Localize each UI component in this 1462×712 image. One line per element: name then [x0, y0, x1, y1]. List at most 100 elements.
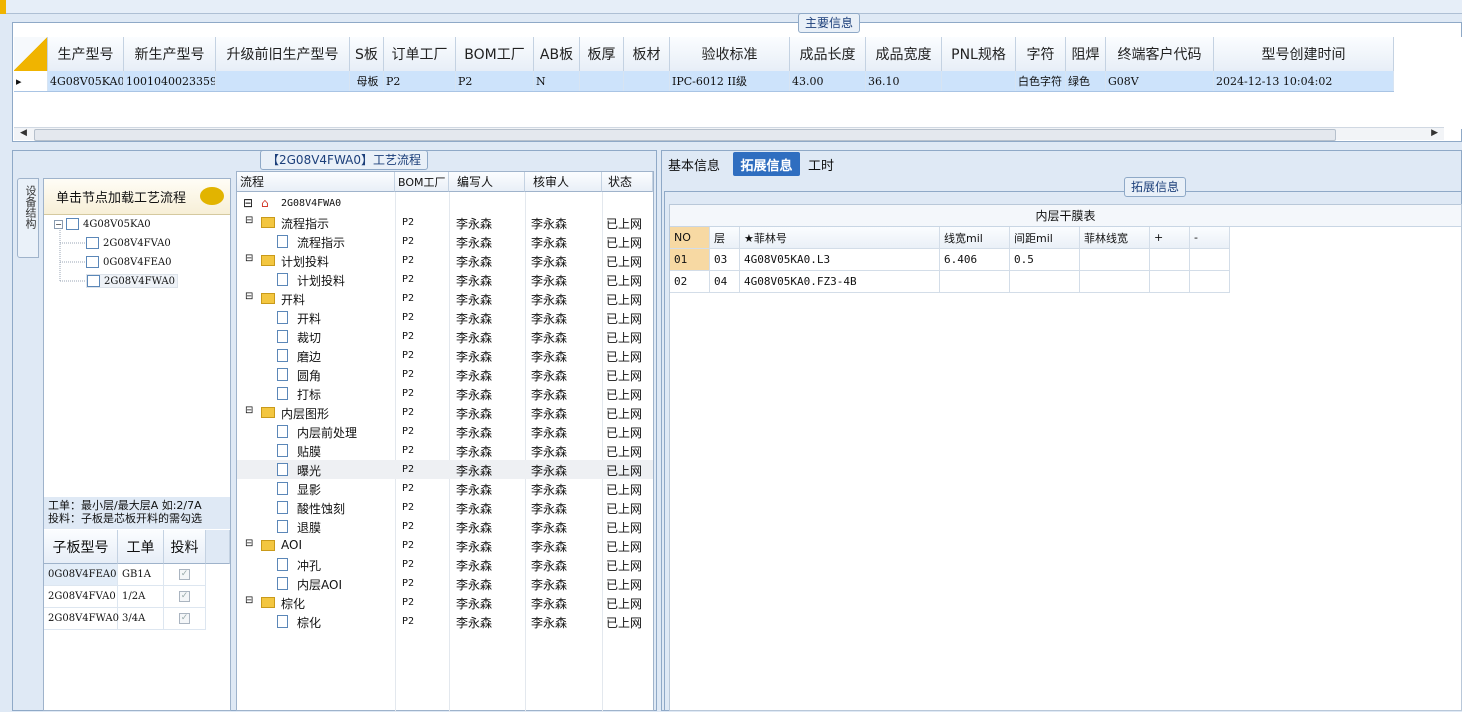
main-grid-cell[interactable]: 10010400233597	[124, 71, 216, 91]
process-row[interactable]: ⊟ 棕化 P2 李永森 李永森 已上网	[237, 593, 653, 612]
film-cell[interactable]: 0.5	[1010, 249, 1080, 271]
collapse-icon[interactable]: ⊟	[245, 405, 253, 416]
film-cell[interactable]	[1150, 271, 1190, 293]
col-header[interactable]: 终端客户代码	[1106, 37, 1214, 71]
process-row[interactable]: 显影 P2 李永森 李永森 已上网	[237, 479, 653, 498]
col-header[interactable]: 新生产型号	[124, 37, 216, 71]
process-row[interactable]: 棕化 P2 李永森 李永森 已上网	[237, 612, 653, 631]
process-row[interactable]: ⊟ AOI P2 李永森 李永森 已上网	[237, 536, 653, 555]
col-header[interactable]: S板	[350, 37, 384, 71]
film-cell[interactable]: 01	[670, 249, 710, 271]
col-header[interactable]: 字符	[1016, 37, 1066, 71]
process-row[interactable]: 磨边 P2 李永森 李永森 已上网	[237, 346, 653, 365]
sub-feed-cell[interactable]: ✓	[164, 586, 206, 608]
film-col-header[interactable]: 层	[710, 227, 740, 249]
main-grid-cell[interactable]: P2	[456, 71, 534, 91]
scroll-thumb[interactable]	[34, 129, 1336, 141]
film-cell[interactable]	[1080, 249, 1150, 271]
tab-basic-info[interactable]: 基本信息	[664, 152, 724, 176]
collapse-icon[interactable]: ⊟	[245, 595, 253, 606]
col-header-bom[interactable]: BOM工厂	[395, 172, 449, 192]
film-col-header[interactable]: NO	[670, 227, 710, 249]
process-row[interactable]: ⊟ 开料 P2 李永森 李永森 已上网	[237, 289, 653, 308]
process-row[interactable]: 冲孔 P2 李永森 李永森 已上网	[237, 555, 653, 574]
col-header[interactable]: PNL规格	[942, 37, 1016, 71]
main-grid-cell[interactable]: 白色字符	[1016, 71, 1066, 91]
film-cell[interactable]	[1190, 249, 1230, 271]
process-row[interactable]: 内层AOI P2 李永森 李永森 已上网	[237, 574, 653, 593]
process-row[interactable]: 内层前处理 P2 李永森 李永森 已上网	[237, 422, 653, 441]
main-grid-cell[interactable]: 36.10	[866, 71, 942, 91]
collapse-icon[interactable]: ⊟	[245, 215, 253, 226]
col-header-order[interactable]: 工单	[118, 530, 164, 564]
process-row[interactable]: ⊟ 计划投料 P2 李永森 李永森 已上网	[237, 251, 653, 270]
film-cell[interactable]	[1150, 249, 1190, 271]
col-header[interactable]: 阻焊	[1066, 37, 1106, 71]
collapse-icon[interactable]: ⊟	[245, 253, 253, 264]
main-grid-cell[interactable]: 4G08V05KA0	[48, 71, 124, 91]
sub-feed-cell[interactable]: ✓	[164, 608, 206, 630]
row-indicator-icon[interactable]: ▸	[14, 71, 48, 91]
col-header[interactable]: 成品宽度	[866, 37, 942, 71]
main-grid-cell[interactable]: P2	[384, 71, 456, 91]
col-header-status[interactable]: 状态	[602, 172, 653, 192]
process-row[interactable]: 计划投料 P2 李永森 李永森 已上网	[237, 270, 653, 289]
col-header-model[interactable]: 子板型号	[44, 530, 118, 564]
col-header[interactable]: AB板	[534, 37, 580, 71]
process-row[interactable]: 退膜 P2 李永森 李永森 已上网	[237, 517, 653, 536]
col-header[interactable]: BOM工厂	[456, 37, 534, 71]
tree-child-node[interactable]: 2G08V4FVA0	[86, 237, 171, 249]
film-col-header[interactable]: +	[1150, 227, 1190, 249]
col-header[interactable]: 型号创建时间	[1214, 37, 1394, 71]
scroll-right-icon[interactable]: ▶	[1431, 128, 1438, 138]
collapse-icon[interactable]: ⊟	[243, 196, 253, 210]
horizontal-scrollbar[interactable]: ◀ ▶	[14, 127, 1444, 141]
film-cell[interactable]	[1010, 271, 1080, 293]
col-header[interactable]: 验收标准	[670, 37, 790, 71]
sub-model-cell[interactable]: 0G08V4FEA0	[44, 564, 118, 586]
main-grid-cell[interactable]: 母板	[350, 71, 384, 91]
collapse-icon[interactable]: ⊟	[245, 291, 253, 302]
process-row[interactable]: 圆角 P2 李永森 李永森 已上网	[237, 365, 653, 384]
col-header[interactable]: 升级前旧生产型号	[216, 37, 350, 71]
tree-child-node[interactable]: 0G08V4FEA0	[86, 256, 171, 268]
process-row[interactable]: 酸性蚀刻 P2 李永森 李永森 已上网	[237, 498, 653, 517]
film-cell[interactable]: 03	[710, 249, 740, 271]
process-row[interactable]: 开料 P2 李永森 李永森 已上网	[237, 308, 653, 327]
film-cell[interactable]	[1080, 271, 1150, 293]
main-grid-cell[interactable]	[942, 71, 1016, 91]
film-col-header[interactable]: 线宽mil	[940, 227, 1010, 249]
tree-root-row[interactable]: ⊟ ⌂ 2G08V4FWA0	[237, 194, 653, 213]
film-col-header[interactable]: -	[1190, 227, 1230, 249]
process-row[interactable]: 打标 P2 李永森 李永森 已上网	[237, 384, 653, 403]
sub-order-cell[interactable]: 3/4A	[118, 608, 164, 630]
main-grid-cell[interactable]: N	[534, 71, 580, 91]
sub-feed-cell[interactable]: ✓	[164, 564, 206, 586]
film-cell[interactable]: 6.406	[940, 249, 1010, 271]
main-grid-cell[interactable]: 绿色	[1066, 71, 1106, 91]
sub-model-cell[interactable]: 2G08V4FWA0	[44, 608, 119, 630]
main-grid-cell[interactable]: 2024-12-13 10:04:02	[1214, 71, 1394, 91]
film-cell[interactable]: 04	[710, 271, 740, 293]
film-cell[interactable]	[1190, 271, 1230, 293]
main-grid-cell[interactable]	[216, 71, 350, 91]
tab-work-hours[interactable]: 工时	[804, 152, 838, 176]
feed-checkbox[interactable]: ✓	[179, 569, 190, 580]
tree-child-node-selected[interactable]: 2G08V4FWA0	[86, 274, 178, 288]
col-header[interactable]: 订单工厂	[384, 37, 456, 71]
process-row[interactable]: 曝光 P2 李永森 李永森 已上网	[237, 460, 653, 479]
sub-model-cell[interactable]: 2G08V4FVA0	[44, 586, 118, 608]
side-tab-structure[interactable]: 设备结构	[17, 178, 39, 258]
film-cell[interactable]: 02	[670, 271, 710, 293]
process-row[interactable]: ⊟ 内层图形 P2 李永森 李永森 已上网	[237, 403, 653, 422]
feed-checkbox[interactable]: ✓	[179, 613, 190, 624]
process-row[interactable]: ⊟ 流程指示 P2 李永森 李永森 已上网	[237, 213, 653, 232]
select-all-corner[interactable]	[14, 37, 48, 71]
col-header-reviewer[interactable]: 核审人	[525, 172, 602, 192]
film-cell[interactable]	[940, 271, 1010, 293]
tab-extended-info[interactable]: 拓展信息	[733, 152, 800, 176]
col-header-flow[interactable]: 流程	[237, 172, 395, 192]
main-grid-cell[interactable]	[624, 71, 670, 91]
sub-order-cell[interactable]: GB1A	[118, 564, 164, 586]
main-grid-cell[interactable]: G08V	[1106, 71, 1214, 91]
